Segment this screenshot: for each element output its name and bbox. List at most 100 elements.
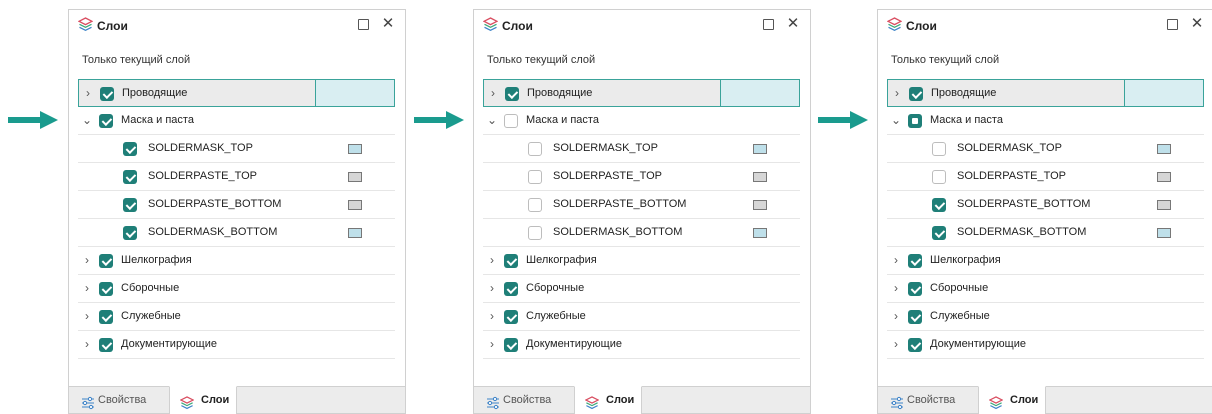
silk-checkbox[interactable] xyxy=(504,254,518,268)
chevron-right-icon[interactable]: › xyxy=(81,281,93,295)
current-layer-only-label[interactable]: Только текущий слой xyxy=(487,54,595,66)
chevron-right-icon[interactable]: › xyxy=(890,337,902,351)
close-button[interactable]: ✕ xyxy=(784,14,802,34)
tree-row-service[interactable]: › Служебные xyxy=(78,303,395,331)
service-checkbox[interactable] xyxy=(504,310,518,324)
tree-row-silk[interactable]: › Шелкография xyxy=(78,247,395,275)
tab-properties[interactable]: Свойства xyxy=(878,387,978,414)
tree-row-layer[interactable]: SOLDERPASTE_BOTTOM xyxy=(887,191,1204,219)
silk-checkbox[interactable] xyxy=(99,254,113,268)
tree-row-conductive[interactable]: › Проводящие xyxy=(483,79,800,107)
tree-row-layer[interactable]: SOLDERMASK_BOTTOM xyxy=(887,219,1204,247)
layer-checkbox[interactable] xyxy=(932,226,946,240)
layer-checkbox[interactable] xyxy=(932,198,946,212)
silk-checkbox[interactable] xyxy=(908,254,922,268)
chevron-down-icon[interactable]: ⌄ xyxy=(486,113,498,127)
tree-row-layer[interactable]: SOLDERMASK_TOP xyxy=(483,135,800,163)
chevron-right-icon[interactable]: › xyxy=(890,309,902,323)
conductive-checkbox[interactable] xyxy=(505,87,519,101)
layer-checkbox[interactable] xyxy=(123,226,137,240)
chevron-right-icon[interactable]: › xyxy=(487,86,499,100)
chevron-right-icon[interactable]: › xyxy=(81,253,93,267)
tree-row-document[interactable]: › Документирующие xyxy=(78,331,395,359)
chevron-right-icon[interactable]: › xyxy=(81,337,93,351)
chevron-right-icon[interactable]: › xyxy=(891,86,903,100)
layer-checkbox[interactable] xyxy=(123,198,137,212)
layer-color-swatch[interactable] xyxy=(348,200,362,210)
layer-color-swatch[interactable] xyxy=(348,144,362,154)
layer-checkbox[interactable] xyxy=(932,170,946,184)
layer-checkbox[interactable] xyxy=(123,170,137,184)
close-button[interactable]: ✕ xyxy=(1188,14,1206,34)
mask-checkbox[interactable] xyxy=(99,114,113,128)
tree-row-assembly[interactable]: › Сборочные xyxy=(887,275,1204,303)
chevron-right-icon[interactable]: › xyxy=(81,309,93,323)
tree-row-document[interactable]: › Документирующие xyxy=(483,331,800,359)
layer-checkbox[interactable] xyxy=(528,170,542,184)
chevron-right-icon[interactable]: › xyxy=(486,309,498,323)
assembly-checkbox[interactable] xyxy=(99,282,113,296)
tab-properties[interactable]: Свойства xyxy=(474,387,574,414)
tab-properties[interactable]: Свойства xyxy=(69,387,169,414)
tree-row-silk[interactable]: › Шелкография xyxy=(483,247,800,275)
layer-color-swatch[interactable] xyxy=(753,200,767,210)
tree-row-assembly[interactable]: › Сборочные xyxy=(78,275,395,303)
tree-row-layer[interactable]: SOLDERMASK_BOTTOM xyxy=(78,219,395,247)
mask-checkbox[interactable] xyxy=(908,114,922,128)
color-cell[interactable] xyxy=(1124,79,1204,107)
tree-row-conductive[interactable]: › Проводящие xyxy=(78,79,395,107)
conductive-checkbox[interactable] xyxy=(909,87,923,101)
layer-checkbox[interactable] xyxy=(528,226,542,240)
service-checkbox[interactable] xyxy=(908,310,922,324)
conductive-checkbox[interactable] xyxy=(100,87,114,101)
chevron-right-icon[interactable]: › xyxy=(82,86,94,100)
tree-row-service[interactable]: › Служебные xyxy=(887,303,1204,331)
layer-checkbox[interactable] xyxy=(932,142,946,156)
layer-color-swatch[interactable] xyxy=(348,228,362,238)
layer-checkbox[interactable] xyxy=(123,142,137,156)
tab-layers[interactable]: Слои xyxy=(169,386,237,414)
tree-row-layer[interactable]: SOLDERMASK_BOTTOM xyxy=(483,219,800,247)
chevron-down-icon[interactable]: ⌄ xyxy=(890,113,902,127)
document-checkbox[interactable] xyxy=(504,338,518,352)
document-checkbox[interactable] xyxy=(99,338,113,352)
maximize-button[interactable] xyxy=(1167,19,1178,30)
current-layer-only-label[interactable]: Только текущий слой xyxy=(82,54,190,66)
layer-color-swatch[interactable] xyxy=(1157,228,1171,238)
tree-row-document[interactable]: › Документирующие xyxy=(887,331,1204,359)
chevron-right-icon[interactable]: › xyxy=(486,337,498,351)
layer-color-swatch[interactable] xyxy=(1157,200,1171,210)
layer-color-swatch[interactable] xyxy=(753,228,767,238)
tree-row-mask[interactable]: ⌄ Маска и паста xyxy=(483,107,800,135)
tree-row-silk[interactable]: › Шелкография xyxy=(887,247,1204,275)
tab-layers[interactable]: Слои xyxy=(574,386,642,414)
chevron-right-icon[interactable]: › xyxy=(486,253,498,267)
tree-row-layer[interactable]: SOLDERPASTE_BOTTOM xyxy=(78,191,395,219)
tree-row-layer[interactable]: SOLDERPASTE_TOP xyxy=(887,163,1204,191)
assembly-checkbox[interactable] xyxy=(504,282,518,296)
current-layer-only-label[interactable]: Только текущий слой xyxy=(891,54,999,66)
layer-checkbox[interactable] xyxy=(528,198,542,212)
layer-checkbox[interactable] xyxy=(528,142,542,156)
chevron-down-icon[interactable]: ⌄ xyxy=(81,113,93,127)
color-cell[interactable] xyxy=(720,79,800,107)
tree-row-layer[interactable]: SOLDERMASK_TOP xyxy=(887,135,1204,163)
document-checkbox[interactable] xyxy=(908,338,922,352)
tree-row-layer[interactable]: SOLDERPASTE_BOTTOM xyxy=(483,191,800,219)
mask-checkbox[interactable] xyxy=(504,114,518,128)
tree-row-conductive[interactable]: › Проводящие xyxy=(887,79,1204,107)
tab-layers[interactable]: Слои xyxy=(978,386,1046,414)
tree-row-layer[interactable]: SOLDERMASK_TOP xyxy=(78,135,395,163)
layer-color-swatch[interactable] xyxy=(753,172,767,182)
tree-row-service[interactable]: › Служебные xyxy=(483,303,800,331)
tree-row-assembly[interactable]: › Сборочные xyxy=(483,275,800,303)
layer-color-swatch[interactable] xyxy=(753,144,767,154)
tree-row-mask[interactable]: ⌄ Маска и паста xyxy=(78,107,395,135)
service-checkbox[interactable] xyxy=(99,310,113,324)
layer-color-swatch[interactable] xyxy=(1157,144,1171,154)
chevron-right-icon[interactable]: › xyxy=(890,253,902,267)
chevron-right-icon[interactable]: › xyxy=(486,281,498,295)
close-button[interactable]: ✕ xyxy=(379,14,397,34)
maximize-button[interactable] xyxy=(358,19,369,30)
tree-row-layer[interactable]: SOLDERPASTE_TOP xyxy=(483,163,800,191)
